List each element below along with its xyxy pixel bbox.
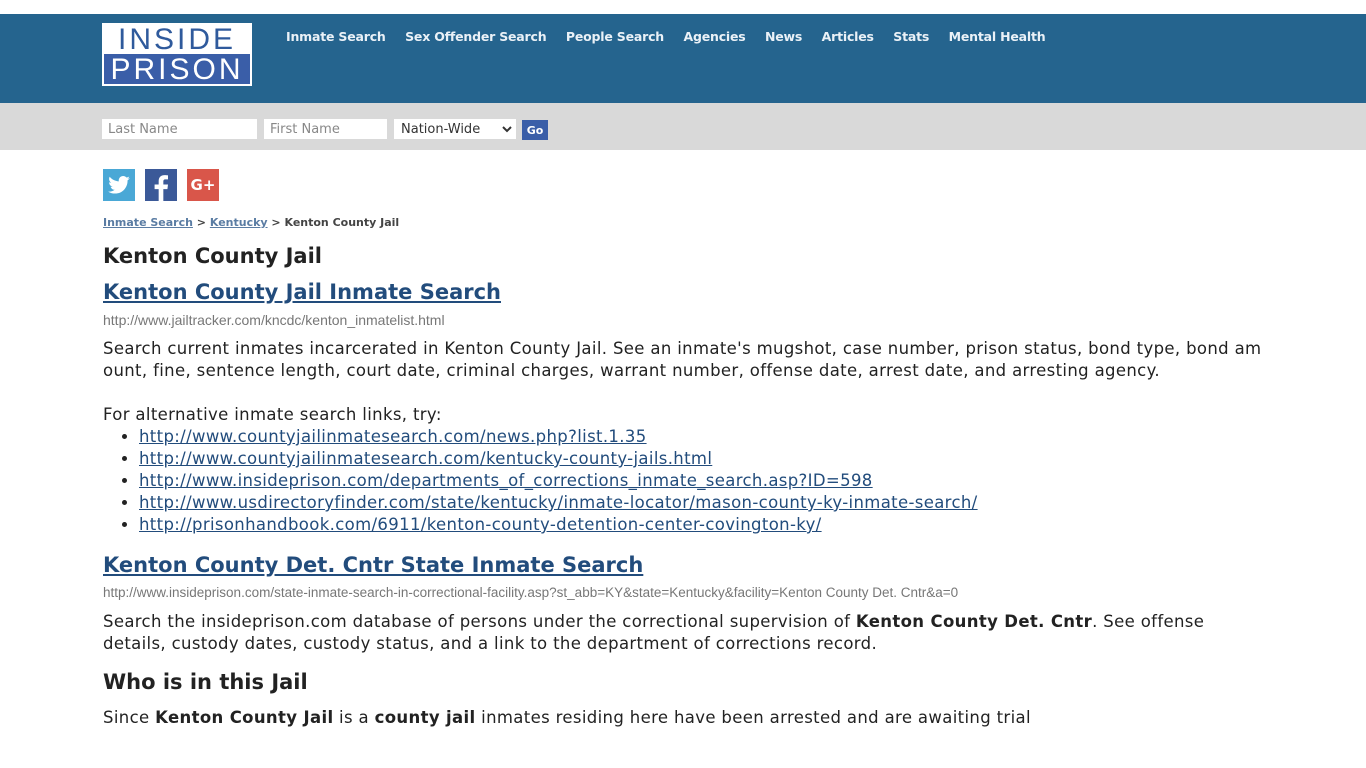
nav-sex-offender-search[interactable]: Sex Offender Search — [405, 30, 547, 44]
alternative-link[interactable]: http://www.countyjailinmatesearch.com/ke… — [139, 449, 712, 468]
first-name-input[interactable] — [264, 119, 387, 139]
twitter-icon — [108, 176, 130, 194]
jail-name: Kenton County Jail — [155, 708, 334, 727]
text: inmates residing here have been arrested… — [475, 708, 1031, 727]
jail-type: county jail — [374, 708, 476, 727]
alternative-links-list: http://www.countyjailinmatesearch.com/ne… — [103, 426, 1263, 536]
logo-top-text: INSIDE — [117, 23, 237, 56]
breadcrumb-separator: > — [196, 216, 207, 229]
facility-name: Kenton County Det. Cntr — [855, 612, 1093, 631]
list-item: http://www.countyjailinmatesearch.com/ke… — [139, 448, 1263, 470]
main-content: G+ Inmate Search > Kentucky > Kenton Cou… — [0, 169, 1263, 729]
nav-agencies[interactable]: Agencies — [684, 30, 746, 44]
who-is-in-jail-text: Since Kenton County Jail is a county jai… — [103, 707, 1263, 729]
alternative-link[interactable]: http://www.countyjailinmatesearch.com/ne… — [139, 427, 647, 446]
state-inmate-search-description: Search the insideprison.com database of … — [103, 611, 1263, 655]
list-item: http://www.usdirectoryfinder.com/state/k… — [139, 492, 1263, 514]
list-item: http://prisonhandbook.com/6911/kenton-co… — [139, 514, 1263, 536]
social-share: G+ — [103, 169, 1263, 202]
go-button[interactable]: Go — [522, 120, 548, 140]
top-gap — [0, 0, 1366, 14]
text: Since — [103, 708, 156, 727]
section-state-inmate-search-heading: Kenton County Det. Cntr State Inmate Sea… — [103, 552, 1263, 578]
last-name-input[interactable] — [102, 119, 257, 139]
breadcrumb-kentucky[interactable]: Kentucky — [210, 216, 268, 229]
googleplus-icon: G+ — [190, 176, 216, 194]
breadcrumb-inmate-search[interactable]: Inmate Search — [103, 216, 193, 229]
search-bar: Nation-Wide Go — [0, 103, 1366, 150]
alternative-link[interactable]: http://www.insideprison.com/departments_… — [139, 471, 873, 490]
site-logo[interactable]: INSIDE PRISON — [102, 23, 252, 86]
text: is a — [333, 708, 375, 727]
list-item: http://www.insideprison.com/departments_… — [139, 470, 1263, 492]
breadcrumb-separator: > — [271, 216, 281, 229]
nav-inmate-search[interactable]: Inmate Search — [286, 30, 386, 44]
list-item: http://www.countyjailinmatesearch.com/ne… — [139, 426, 1263, 448]
desc-text: Search the insideprison.com database of … — [103, 612, 856, 631]
logo-bottom-text: PRISON — [104, 54, 250, 85]
site-header: INSIDE PRISON Inmate Search Sex Offender… — [0, 14, 1366, 103]
page-title: Kenton County Jail — [103, 244, 322, 268]
jail-inmate-search-description: Search current inmates incarcerated in K… — [103, 339, 1262, 380]
nav-news[interactable]: News — [765, 30, 802, 44]
alternative-link[interactable]: http://prisonhandbook.com/6911/kenton-co… — [139, 515, 822, 534]
state-inmate-search-url: http://www.insideprison.com/state-inmate… — [103, 585, 959, 600]
facebook-icon — [154, 175, 168, 202]
alternative-link[interactable]: http://www.usdirectoryfinder.com/state/k… — [139, 493, 978, 512]
nav-mental-health[interactable]: Mental Health — [949, 30, 1046, 44]
nav-stats[interactable]: Stats — [893, 30, 929, 44]
nav-articles[interactable]: Articles — [822, 30, 874, 44]
alternative-links-intro: For alternative inmate search links, try… — [103, 405, 442, 424]
jail-inmate-search-link[interactable]: Kenton County Jail Inmate Search — [103, 280, 501, 304]
breadcrumb: Inmate Search > Kentucky > Kenton County… — [103, 216, 1263, 229]
twitter-share-button[interactable] — [103, 169, 135, 201]
facebook-share-button[interactable] — [145, 169, 177, 202]
section-jail-inmate-search-heading: Kenton County Jail Inmate Search — [103, 279, 1263, 305]
jail-inmate-search-url: http://www.jailtracker.com/kncdc/kenton_… — [103, 312, 445, 328]
googleplus-share-button[interactable]: G+ — [187, 169, 219, 201]
state-inmate-search-link[interactable]: Kenton County Det. Cntr State Inmate Sea… — [103, 553, 643, 577]
breadcrumb-current: Kenton County Jail — [284, 216, 400, 229]
main-nav: Inmate Search Sex Offender Search People… — [286, 30, 1065, 44]
who-is-in-jail-heading: Who is in this Jail — [103, 670, 308, 694]
nav-people-search[interactable]: People Search — [566, 30, 664, 44]
state-select[interactable]: Nation-Wide — [394, 119, 516, 139]
